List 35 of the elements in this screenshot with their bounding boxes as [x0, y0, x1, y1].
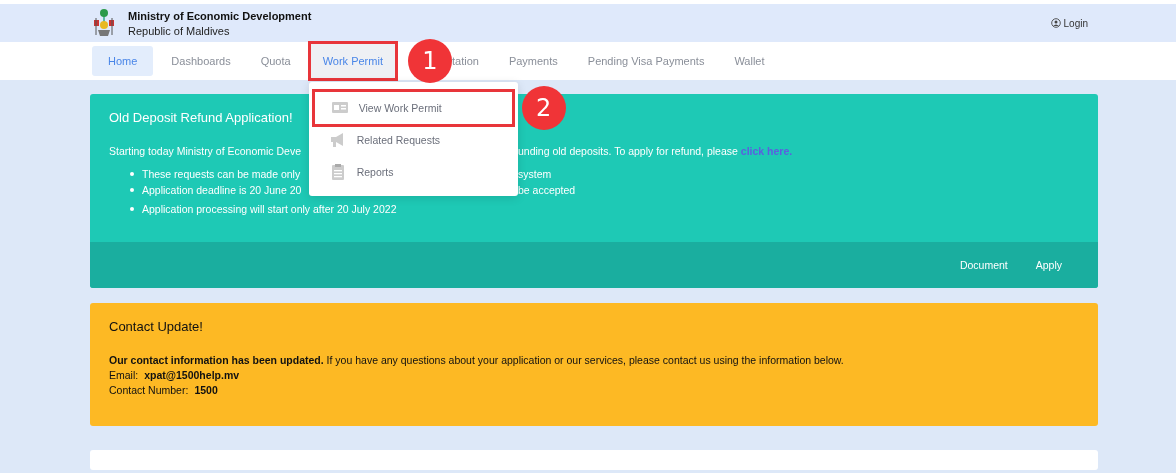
bullet-text: Application deadline is 20 June 20: [142, 184, 302, 196]
country-subtitle: Republic of Maldives: [128, 24, 231, 37]
nav-tab[interactable]: Payments: [496, 46, 570, 76]
nav-tab[interactable]: Dashboards: [159, 46, 243, 76]
bullet-dot: [130, 172, 134, 176]
contact-value: xpat@1500help.mv: [144, 369, 240, 381]
menu-item[interactable]: Related Requests: [308, 124, 518, 156]
nav-tab[interactable]: tation: [451, 46, 491, 76]
bullet-text: system: [518, 168, 552, 180]
contact-value: 1500: [194, 384, 218, 396]
emblem-icon: [92, 8, 116, 38]
nav-tab[interactable]: Home: [92, 46, 154, 76]
contact-label: Contact Number:: [109, 384, 189, 396]
bullet-dot: [130, 188, 134, 192]
notice-text: Our contact information has been updated. If you have any questions about your application or our services, please contact us using the information below.: [109, 354, 845, 366]
ministry-title: Ministry of Economic Development: [128, 9, 312, 22]
bullet-text: be accepted: [518, 184, 576, 196]
nav-tab[interactable]: Quota: [248, 46, 303, 76]
action-button[interactable]: Apply: [1021, 259, 1076, 271]
bullet-dot: [130, 207, 134, 211]
click-here-link[interactable]: click here.: [740, 145, 793, 157]
bullet-text: Application processing will start only after 20 July 2022: [142, 203, 397, 215]
nav-tab[interactable]: Pending Visa Payments: [575, 46, 717, 76]
contact-label: Email:: [109, 369, 139, 381]
step-number-badge: 1: [407, 39, 452, 83]
notice-text: Starting today Ministry of Economic Deve: [109, 145, 301, 157]
nav-tab[interactable]: Wallet: [722, 46, 777, 76]
notice-title: Contact Update!: [109, 319, 203, 334]
action-button[interactable]: Document: [945, 259, 1022, 271]
notice-text: unding old deposits. To apply for refund, please click here.: [518, 145, 793, 157]
nav-tab[interactable]: Work Permit: [308, 42, 397, 80]
bullet-text: These requests can be made only: [142, 168, 301, 180]
notice-title: Old Deposit Refund Application!: [109, 110, 293, 125]
login-button[interactable]: Login: [1050, 17, 1088, 29]
user-circle-icon: [1050, 18, 1061, 28]
